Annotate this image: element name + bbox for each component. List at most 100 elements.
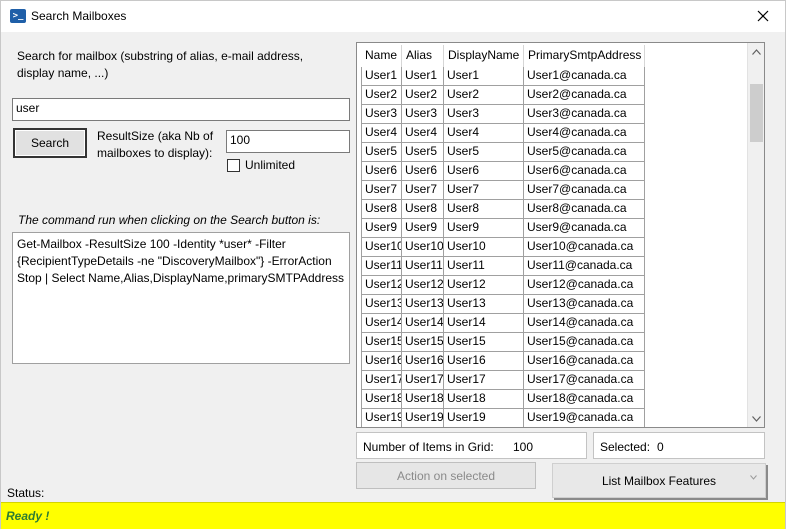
table-row[interactable]: User1 User1 User1 User1@canada.ca [361, 67, 645, 86]
cell-alias[interactable]: User18 [402, 390, 444, 409]
cell-displayname[interactable]: User1 [444, 67, 524, 86]
cell-alias[interactable]: User2 [402, 86, 444, 105]
cell-name[interactable]: User7 [361, 181, 402, 200]
cell-primarysmtpaddress[interactable]: User18@canada.ca [524, 390, 645, 409]
cell-displayname[interactable]: User13 [444, 295, 524, 314]
cell-primarysmtpaddress[interactable]: User16@canada.ca [524, 352, 645, 371]
action-on-selected-button[interactable]: Action on selected [356, 462, 536, 489]
cell-displayname[interactable]: User16 [444, 352, 524, 371]
cell-name[interactable]: User14 [361, 314, 402, 333]
cell-name[interactable]: User3 [361, 105, 402, 124]
cell-alias[interactable]: User12 [402, 276, 444, 295]
search-input[interactable]: user [12, 98, 350, 121]
cell-primarysmtpaddress[interactable]: User12@canada.ca [524, 276, 645, 295]
cell-alias[interactable]: User5 [402, 143, 444, 162]
cell-alias[interactable]: User9 [402, 219, 444, 238]
scroll-up-button[interactable] [748, 43, 764, 60]
table-row[interactable]: User18 User18 User18 User18@canada.ca [361, 390, 645, 409]
cell-alias[interactable]: User16 [402, 352, 444, 371]
cell-displayname[interactable]: User3 [444, 105, 524, 124]
cell-alias[interactable]: User11 [402, 257, 444, 276]
cell-primarysmtpaddress[interactable]: User1@canada.ca [524, 67, 645, 86]
cell-name[interactable]: User1 [361, 67, 402, 86]
cell-displayname[interactable]: User17 [444, 371, 524, 390]
cell-primarysmtpaddress[interactable]: User15@canada.ca [524, 333, 645, 352]
table-row[interactable]: User19 User19 User19 User19@canada.ca [361, 409, 645, 427]
cell-displayname[interactable]: User11 [444, 257, 524, 276]
table-row[interactable]: User16 User16 User16 User16@canada.ca [361, 352, 645, 371]
cell-alias[interactable]: User14 [402, 314, 444, 333]
column-header-alias[interactable]: Alias [402, 45, 444, 67]
cell-displayname[interactable]: User14 [444, 314, 524, 333]
cell-primarysmtpaddress[interactable]: User5@canada.ca [524, 143, 645, 162]
list-mailbox-features-button[interactable]: List Mailbox Features [552, 463, 766, 498]
cell-name[interactable]: User16 [361, 352, 402, 371]
column-header-primarysmtpaddress[interactable]: PrimarySmtpAddress [524, 45, 645, 67]
cell-displayname[interactable]: User9 [444, 219, 524, 238]
cell-name[interactable]: User8 [361, 200, 402, 219]
cell-alias[interactable]: User7 [402, 181, 444, 200]
cell-primarysmtpaddress[interactable]: User8@canada.ca [524, 200, 645, 219]
table-row[interactable]: User6 User6 User6 User6@canada.ca [361, 162, 645, 181]
search-button[interactable]: Search [13, 128, 87, 158]
cell-primarysmtpaddress[interactable]: User7@canada.ca [524, 181, 645, 200]
cell-displayname[interactable]: User15 [444, 333, 524, 352]
column-header-displayname[interactable]: DisplayName [444, 45, 524, 67]
table-row[interactable]: User2 User2 User2 User2@canada.ca [361, 86, 645, 105]
cell-alias[interactable]: User13 [402, 295, 444, 314]
cell-displayname[interactable]: User12 [444, 276, 524, 295]
table-row[interactable]: User17 User17 User17 User17@canada.ca [361, 371, 645, 390]
cell-primarysmtpaddress[interactable]: User17@canada.ca [524, 371, 645, 390]
table-row[interactable]: User3 User3 User3 User3@canada.ca [361, 105, 645, 124]
cell-alias[interactable]: User17 [402, 371, 444, 390]
mailbox-grid[interactable]: Name Alias DisplayName PrimarySmtpAddres… [356, 42, 765, 428]
cell-displayname[interactable]: User5 [444, 143, 524, 162]
cell-alias[interactable]: User8 [402, 200, 444, 219]
cell-displayname[interactable]: User7 [444, 181, 524, 200]
cell-displayname[interactable]: User6 [444, 162, 524, 181]
close-button[interactable] [741, 1, 785, 31]
cell-primarysmtpaddress[interactable]: User14@canada.ca [524, 314, 645, 333]
vertical-scrollbar[interactable] [747, 43, 764, 427]
cell-name[interactable]: User13 [361, 295, 402, 314]
cell-primarysmtpaddress[interactable]: User3@canada.ca [524, 105, 645, 124]
table-row[interactable]: User9 User9 User9 User9@canada.ca [361, 219, 645, 238]
cell-alias[interactable]: User10 [402, 238, 444, 257]
cell-alias[interactable]: User1 [402, 67, 444, 86]
cell-name[interactable]: User2 [361, 86, 402, 105]
command-textbox[interactable]: Get-Mailbox -ResultSize 100 -Identity *u… [12, 232, 350, 364]
cell-name[interactable]: User19 [361, 409, 402, 427]
cell-name[interactable]: User17 [361, 371, 402, 390]
table-row[interactable]: User7 User7 User7 User7@canada.ca [361, 181, 645, 200]
table-row[interactable]: User4 User4 User4 User4@canada.ca [361, 124, 645, 143]
cell-name[interactable]: User15 [361, 333, 402, 352]
cell-name[interactable]: User18 [361, 390, 402, 409]
table-row[interactable]: User10 User10 User10 User10@canada.ca [361, 238, 645, 257]
cell-name[interactable]: User6 [361, 162, 402, 181]
table-row[interactable]: User8 User8 User8 User8@canada.ca [361, 200, 645, 219]
cell-alias[interactable]: User4 [402, 124, 444, 143]
cell-alias[interactable]: User19 [402, 409, 444, 427]
cell-primarysmtpaddress[interactable]: User9@canada.ca [524, 219, 645, 238]
cell-primarysmtpaddress[interactable]: User19@canada.ca [524, 409, 645, 427]
table-row[interactable]: User13 User13 User13 User13@canada.ca [361, 295, 645, 314]
cell-primarysmtpaddress[interactable]: User10@canada.ca [524, 238, 645, 257]
cell-primarysmtpaddress[interactable]: User13@canada.ca [524, 295, 645, 314]
cell-name[interactable]: User12 [361, 276, 402, 295]
cell-name[interactable]: User11 [361, 257, 402, 276]
column-header-name[interactable]: Name [361, 45, 402, 67]
cell-primarysmtpaddress[interactable]: User2@canada.ca [524, 86, 645, 105]
cell-name[interactable]: User9 [361, 219, 402, 238]
scroll-down-button[interactable] [748, 410, 764, 427]
cell-primarysmtpaddress[interactable]: User6@canada.ca [524, 162, 645, 181]
table-row[interactable]: User14 User14 User14 User14@canada.ca [361, 314, 645, 333]
cell-alias[interactable]: User15 [402, 333, 444, 352]
table-row[interactable]: User5 User5 User5 User5@canada.ca [361, 143, 645, 162]
cell-name[interactable]: User5 [361, 143, 402, 162]
cell-displayname[interactable]: User19 [444, 409, 524, 427]
cell-displayname[interactable]: User4 [444, 124, 524, 143]
scroll-thumb[interactable] [750, 84, 763, 142]
cell-displayname[interactable]: User18 [444, 390, 524, 409]
cell-displayname[interactable]: User2 [444, 86, 524, 105]
cell-name[interactable]: User4 [361, 124, 402, 143]
